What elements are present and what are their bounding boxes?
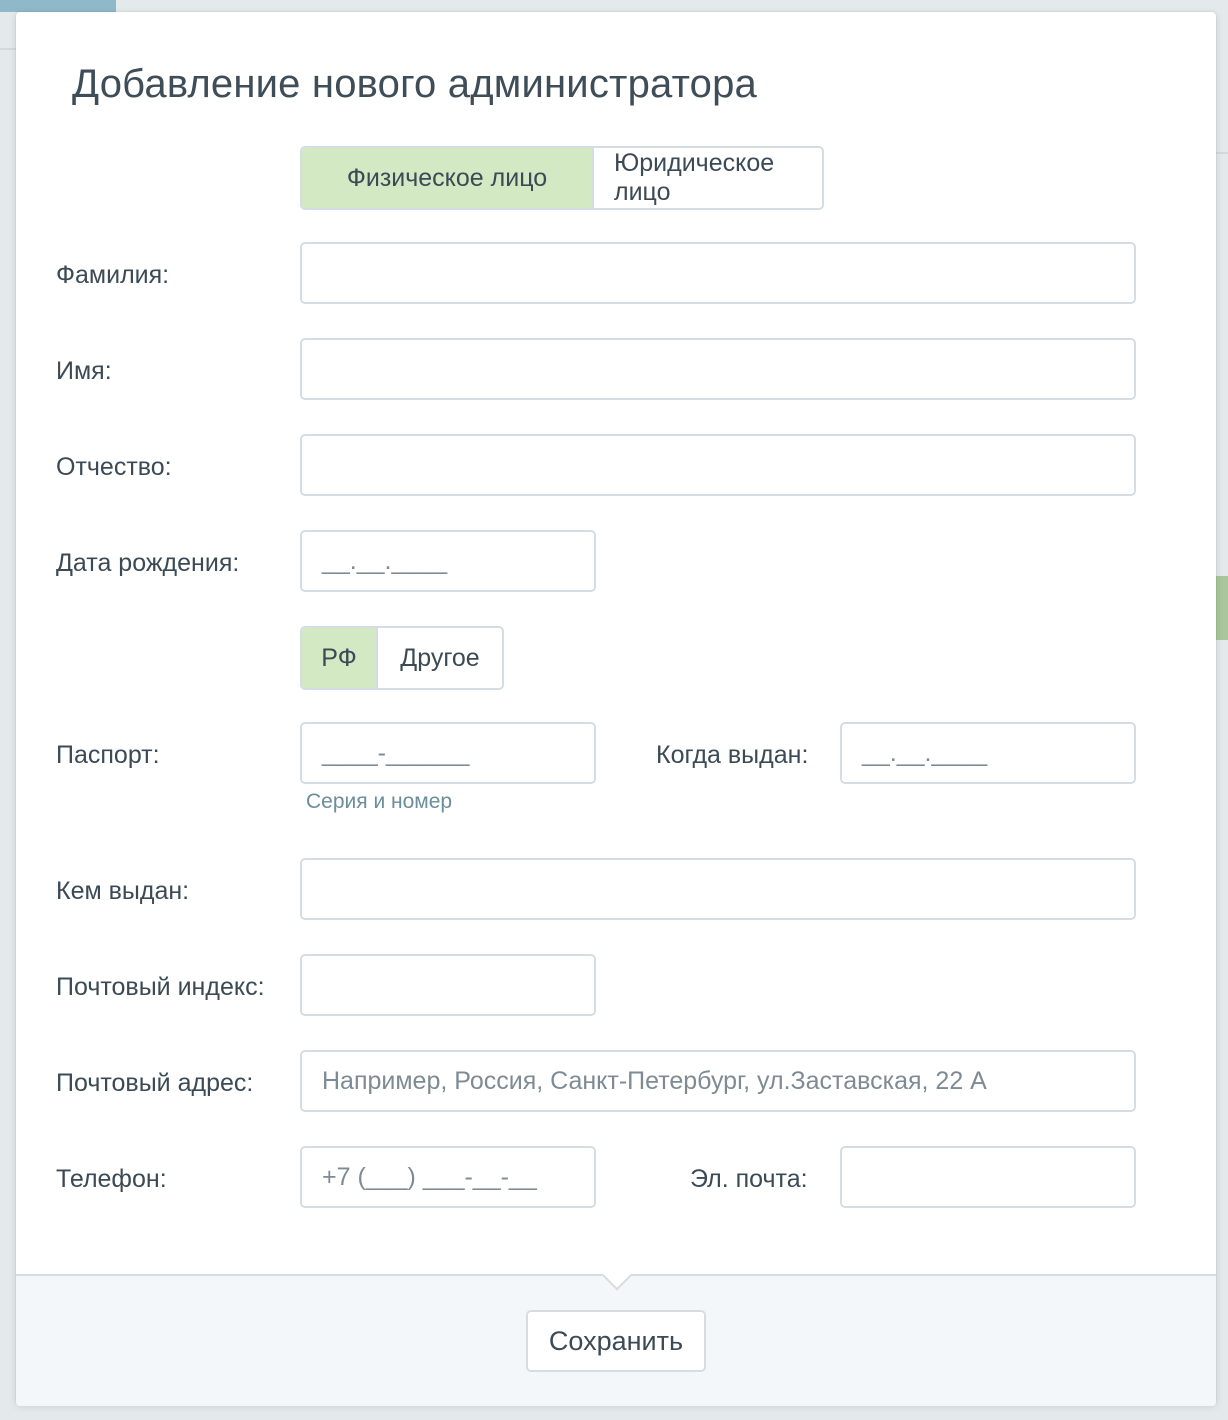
issued-by-label: Кем выдан: bbox=[56, 877, 190, 905]
first-name-input[interactable] bbox=[300, 338, 1136, 400]
issued-by-input[interactable] bbox=[300, 858, 1136, 920]
person-type-toggle: Физическое лицо Юридическое лицо bbox=[300, 146, 824, 210]
passport-input[interactable]: ____-______ bbox=[300, 722, 596, 784]
phone-label: Телефон: bbox=[56, 1165, 167, 1193]
last-name-input[interactable] bbox=[300, 242, 1136, 304]
modal-footer: Сохранить bbox=[16, 1259, 1216, 1406]
phone-input[interactable]: +7 (___) ___-__-__ bbox=[300, 1146, 596, 1208]
background-tab bbox=[0, 0, 116, 12]
last-name-label: Фамилия: bbox=[56, 261, 170, 289]
issued-date-label: Когда выдан: bbox=[656, 741, 809, 769]
postal-address-input[interactable]: Например, Россия, Санкт-Петербург, ул.За… bbox=[300, 1050, 1136, 1112]
birth-date-label: Дата рождения: bbox=[56, 549, 240, 577]
postal-code-input[interactable] bbox=[300, 954, 596, 1016]
first-name-label: Имя: bbox=[56, 357, 112, 385]
birth-date-input[interactable]: __.__.____ bbox=[300, 530, 596, 592]
passport-label: Паспорт: bbox=[56, 741, 160, 769]
postal-code-label: Почтовый индекс: bbox=[56, 973, 265, 1001]
person-type-individual[interactable]: Физическое лицо bbox=[302, 148, 592, 208]
background-divider bbox=[1216, 152, 1228, 154]
citizenship-toggle: РФ Другое bbox=[300, 626, 504, 690]
issued-date-input[interactable]: __.__.____ bbox=[840, 722, 1136, 784]
postal-address-label: Почтовый адрес: bbox=[56, 1069, 254, 1097]
citizenship-other[interactable]: Другое bbox=[376, 628, 502, 688]
passport-hint: Серия и номер bbox=[306, 790, 453, 813]
person-type-legal[interactable]: Юридическое лицо bbox=[592, 148, 822, 208]
patronymic-label: Отчество: bbox=[56, 453, 172, 481]
citizenship-rf[interactable]: РФ bbox=[302, 628, 376, 688]
save-button[interactable]: Сохранить bbox=[526, 1310, 706, 1372]
email-label: Эл. почта: bbox=[690, 1165, 808, 1193]
background-green-button bbox=[1216, 576, 1228, 640]
patronymic-input[interactable] bbox=[300, 434, 1136, 496]
modal-title: Добавление нового администратора bbox=[72, 62, 757, 106]
email-input[interactable] bbox=[840, 1146, 1136, 1208]
add-admin-modal: Добавление нового администратора Физичес… bbox=[16, 12, 1216, 1406]
background-divider bbox=[0, 48, 16, 50]
footer-notch bbox=[601, 1259, 633, 1291]
